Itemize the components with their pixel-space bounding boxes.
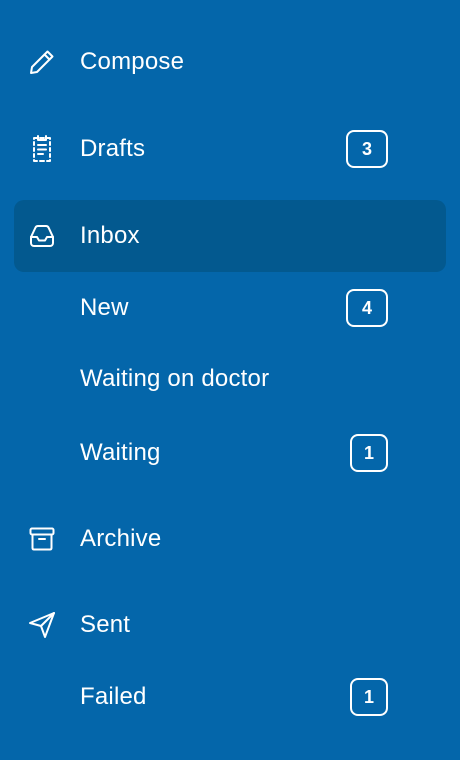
inbox-tray-icon: [26, 220, 58, 252]
new-count-badge: 4: [346, 289, 388, 327]
sidebar-item-label: Failed: [80, 683, 147, 710]
sidebar-item-inbox-new[interactable]: New 4: [14, 278, 446, 338]
sidebar-item-archive[interactable]: Archive: [14, 503, 446, 575]
sidebar-item-label: New: [80, 294, 129, 321]
drafts-count-badge: 3: [346, 130, 388, 168]
sidebar-item-label: Compose: [80, 48, 185, 75]
sidebar-item-label: Waiting: [80, 439, 161, 466]
sidebar-item-inbox-waiting-on-doctor[interactable]: Waiting on doctor: [14, 349, 446, 409]
sidebar-item-sent[interactable]: Sent: [14, 589, 446, 661]
waiting-count-badge: 1: [350, 434, 388, 472]
sidebar-item-compose[interactable]: Compose: [14, 26, 446, 98]
sidebar-item-inbox[interactable]: Inbox: [14, 200, 446, 272]
sidebar-item-label: Sent: [80, 611, 131, 638]
mail-sidebar-nav: Compose Drafts 3 Inbox New 4 Waiting on …: [0, 0, 460, 760]
sidebar-item-inbox-waiting[interactable]: Waiting 1: [14, 423, 446, 483]
sidebar-item-sent-failed[interactable]: Failed 1: [14, 667, 446, 727]
pencil-icon: [26, 46, 58, 78]
sidebar-item-label: Drafts: [80, 135, 146, 162]
sidebar-item-label: Waiting on doctor: [80, 365, 270, 392]
failed-count-badge: 1: [350, 678, 388, 716]
sidebar-item-label: Inbox: [80, 222, 140, 249]
sidebar-item-drafts[interactable]: Drafts 3: [14, 113, 446, 185]
paper-plane-icon: [26, 609, 58, 641]
archive-box-icon: [26, 523, 58, 555]
drafts-icon: [26, 133, 58, 165]
sidebar-item-label: Archive: [80, 525, 162, 552]
